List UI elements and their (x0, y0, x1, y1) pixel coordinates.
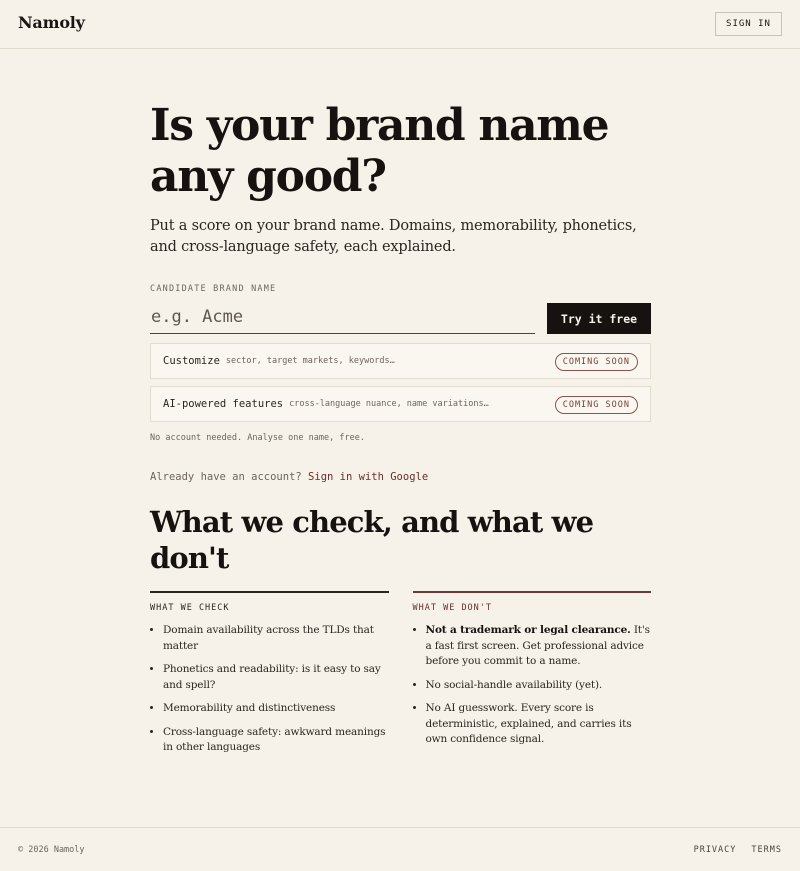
feature-title: AI-powered features (163, 398, 284, 410)
account-prompt-text: Already have an account? (150, 471, 302, 483)
headline-line-2: any good? (150, 151, 387, 202)
list-item-text: No social-handle availability (yet). (425, 678, 603, 691)
brand-name-label: CANDIDATE BRAND NAME (150, 284, 277, 294)
feature-title: Customize (163, 355, 220, 367)
subhead: Put a score on your brand name. Domains,… (150, 218, 637, 255)
logo[interactable]: Namoly (18, 13, 85, 32)
check-list: Domain availability across the TLDs that… (150, 623, 389, 756)
feature-hint: sector, target markets, keywords… (225, 356, 395, 366)
list-item: No AI guesswork. Every score is determin… (426, 701, 652, 748)
feature-hint: cross-language nuance, name variations… (289, 399, 489, 409)
list-item-text: No AI guesswork. Every score is determin… (425, 702, 632, 745)
headline-line-1: Is your brand name (150, 100, 610, 151)
column-heading: WHAT WE CHECK (150, 603, 230, 613)
account-prompt: Already have an account? Sign in with Go… (150, 471, 651, 483)
checks-columns: WHAT WE CHECK Domain availability across… (150, 591, 651, 764)
divider (150, 591, 389, 593)
list-item: Memorability and distinctiveness (163, 701, 389, 717)
footer-links: PRIVACY TERMS (694, 845, 782, 855)
coming-soon-badge: COMING SOON (554, 396, 638, 414)
copyright: © 2026 Namoly (18, 845, 85, 855)
site-footer: © 2026 Namoly PRIVACY TERMS (0, 827, 800, 871)
input-row: Try it free (150, 303, 651, 334)
terms-link[interactable]: TERMS (751, 845, 782, 855)
list-item: Phonetics and readability: is it easy to… (163, 662, 389, 693)
coming-soon-badge: COMING SOON (554, 353, 638, 371)
privacy-link[interactable]: PRIVACY (694, 845, 737, 855)
list-item-bold: Not a trademark or legal clearance. (425, 624, 631, 636)
divider (412, 591, 651, 593)
what-we-check-column: WHAT WE CHECK Domain availability across… (150, 591, 389, 764)
main-content: Is your brand name any good? Put a score… (150, 100, 651, 764)
what-we-dont-column: WHAT WE DON'T Not a trademark or legal c… (412, 591, 652, 764)
google-sign-in-link[interactable]: Sign in with Google (308, 471, 428, 483)
list-item: Not a trademark or legal clearance. It's… (426, 623, 652, 670)
checks-title: What we check, and what we don't (150, 505, 594, 575)
page-title: Is your brand name any good? (150, 100, 651, 202)
site-header: Namoly SIGN IN (0, 0, 800, 49)
list-item: Cross-language safety: awkward meanings … (163, 725, 389, 756)
column-heading: WHAT WE DON'T (412, 603, 493, 613)
ai-features-option: AI-powered features cross-language nuanc… (150, 386, 651, 422)
list-item: Domain availability across the TLDs that… (163, 623, 389, 654)
customize-option: Customize sector, target markets, keywor… (150, 343, 651, 379)
brand-name-input[interactable] (150, 304, 535, 334)
no-account-note: No account needed. Analyse one name, fre… (150, 433, 365, 443)
dont-list: Not a trademark or legal clearance. It's… (413, 623, 652, 748)
list-item: No social-handle availability (yet). (426, 678, 652, 694)
sign-in-button[interactable]: SIGN IN (715, 12, 782, 36)
try-it-free-button[interactable]: Try it free (547, 303, 651, 334)
